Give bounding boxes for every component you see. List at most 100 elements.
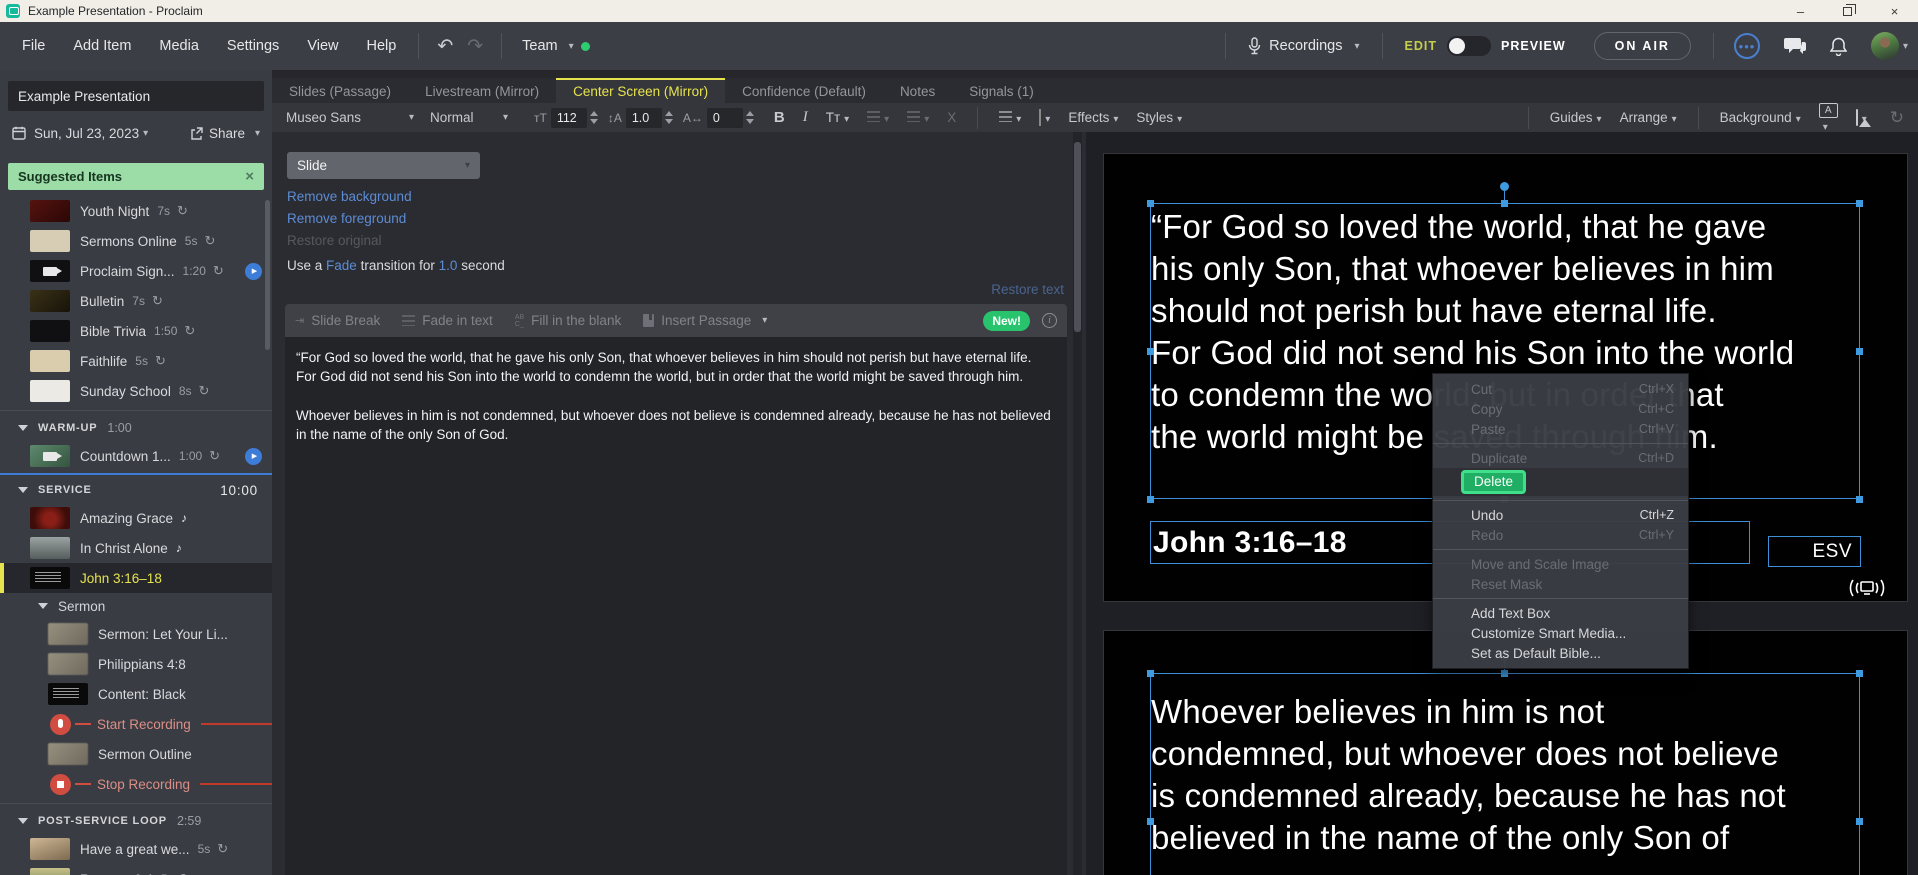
resize-handle[interactable] xyxy=(1147,670,1154,677)
list-item[interactable]: Youth Night7s↻ xyxy=(0,196,272,226)
presentation-date[interactable]: Sun, Jul 23, 2023 xyxy=(34,126,139,141)
resize-handle[interactable] xyxy=(1501,200,1508,207)
list-item[interactable]: Have a great we...5s↻ xyxy=(0,834,272,864)
effects-dropdown[interactable]: Effects▾ xyxy=(1068,110,1118,125)
text-color-button[interactable]: ▾ xyxy=(1039,110,1050,125)
font-size-stepper[interactable] xyxy=(590,111,598,124)
list-item[interactable]: Sermons Online5s↻ xyxy=(0,226,272,256)
tab-slides-passage[interactable]: Slides (Passage) xyxy=(272,78,408,103)
list-item[interactable]: Amazing Grace♪ xyxy=(0,503,272,533)
section-post-service-loop[interactable]: POST-SERVICE LOOP2:59 xyxy=(0,808,272,834)
list-item[interactable]: Countdown 1...1:00↻ ▶ xyxy=(0,441,272,471)
clear-format-button[interactable]: X xyxy=(947,110,956,125)
italic-button[interactable]: I xyxy=(803,109,808,126)
resize-handle[interactable] xyxy=(1147,818,1154,825)
guides-dropdown[interactable]: Guides▾ xyxy=(1550,110,1602,125)
text-align-button[interactable]: ▾ xyxy=(999,110,1021,125)
user-avatar[interactable] xyxy=(1871,32,1899,60)
arrange-dropdown[interactable]: Arrange▾ xyxy=(1620,110,1677,125)
list-item[interactable]: Faithlife5s↻ xyxy=(0,346,272,376)
delete-highlight[interactable]: Delete xyxy=(1461,470,1526,494)
resize-handle[interactable] xyxy=(1856,670,1863,677)
minimize-button[interactable]: – xyxy=(1777,0,1824,22)
play-button[interactable]: ▶ xyxy=(245,448,262,465)
scrollbar-thumb[interactable] xyxy=(1074,142,1081,332)
tab-signals[interactable]: Signals (1) xyxy=(952,78,1051,103)
resize-handle[interactable] xyxy=(1856,348,1863,355)
menu-file[interactable]: File xyxy=(8,32,59,60)
version-text-box[interactable]: ESV xyxy=(1768,536,1861,567)
resize-handle[interactable] xyxy=(1501,670,1508,677)
more-options-icon[interactable]: ••• xyxy=(1734,33,1760,59)
slide-break-button[interactable]: ⇥ Slide Break xyxy=(295,313,380,328)
list-item[interactable]: In Christ Alone♪ xyxy=(0,533,272,563)
list-item[interactable]: Proclaim Sign...1:20↻ ▶ xyxy=(0,256,272,286)
close-icon[interactable]: × xyxy=(245,168,254,185)
notifications-button[interactable] xyxy=(1830,37,1847,56)
list-item[interactable]: Sunday School8s↻ xyxy=(0,376,272,406)
list-item[interactable]: Bulletin7s↻ xyxy=(0,286,272,316)
list-item-selected[interactable]: John 3:16–18 xyxy=(0,563,272,593)
edit-preview-toggle[interactable] xyxy=(1447,36,1491,56)
menu-media[interactable]: Media xyxy=(145,32,213,60)
letter-spacing-stepper[interactable] xyxy=(746,111,754,124)
restore-text-link[interactable]: Restore text xyxy=(991,282,1064,297)
resize-handle[interactable] xyxy=(1147,200,1154,207)
fill-in-the-blank-button[interactable]: ABC_ Fill in the blank xyxy=(515,313,621,328)
font-family-select[interactable]: Museo Sans▾ xyxy=(286,110,414,125)
chevron-down-icon[interactable]: ▾ xyxy=(1903,41,1908,52)
play-button[interactable]: ▶ xyxy=(245,263,262,280)
context-undo[interactable]: UndoCtrl+Z xyxy=(1433,505,1688,525)
text-selection-frame[interactable] xyxy=(1150,673,1860,875)
on-air-button[interactable]: ON AIR xyxy=(1594,32,1691,60)
menu-settings[interactable]: Settings xyxy=(213,32,293,60)
tab-confidence[interactable]: Confidence (Default) xyxy=(725,78,883,103)
resize-handle[interactable] xyxy=(1856,496,1863,503)
menu-add-item[interactable]: Add Item xyxy=(59,32,145,60)
redo-icon[interactable]: ↷ xyxy=(467,35,483,58)
list-item[interactable]: Sermon: Let Your Li... xyxy=(0,619,272,649)
group-sermon[interactable]: Sermon xyxy=(0,593,272,619)
text-style-select[interactable]: Normal▾ xyxy=(430,110,508,125)
bold-button[interactable]: B xyxy=(774,109,785,126)
bullet-list-button[interactable]: ▾ xyxy=(867,110,889,125)
insert-passage-button[interactable]: Insert Passage ▾ xyxy=(643,313,767,328)
context-set-default-bible[interactable]: Set as Default Bible... xyxy=(1433,643,1688,663)
remove-background-link[interactable]: Remove background xyxy=(287,189,412,204)
line-height-input[interactable]: 1.0 xyxy=(626,108,662,128)
restore-button[interactable] xyxy=(1824,0,1871,22)
tab-livestream[interactable]: Livestream (Mirror) xyxy=(408,78,556,103)
resize-handle[interactable] xyxy=(1147,496,1154,503)
close-button[interactable]: × xyxy=(1871,0,1918,22)
resize-handle[interactable] xyxy=(1856,818,1863,825)
menu-view[interactable]: View xyxy=(293,32,352,60)
chat-button[interactable] xyxy=(1784,37,1806,55)
background-dropdown[interactable]: Background▾ xyxy=(1720,110,1801,125)
list-item[interactable]: Romans 6:45s↻ xyxy=(0,864,272,875)
resize-handle[interactable] xyxy=(1856,200,1863,207)
start-recording-item[interactable]: Start Recording xyxy=(0,709,272,739)
tab-notes[interactable]: Notes xyxy=(883,78,952,103)
styles-dropdown[interactable]: Styles▾ xyxy=(1136,110,1182,125)
info-icon[interactable]: i xyxy=(1042,313,1057,328)
list-item[interactable]: Philippians 4:8 xyxy=(0,649,272,679)
share-button[interactable]: Share ▾ xyxy=(190,126,260,141)
list-item[interactable]: Sermon Outline xyxy=(0,739,272,769)
transition-type-link[interactable]: Fade xyxy=(326,258,357,273)
recordings-dropdown[interactable]: Recordings ▾ xyxy=(1234,37,1373,55)
fade-in-text-button[interactable]: Fade in text xyxy=(402,313,493,328)
font-size-input[interactable]: 112 xyxy=(551,108,587,128)
add-image-button[interactable]: ▾ xyxy=(1856,110,1867,125)
letter-spacing-input[interactable]: 0 xyxy=(707,108,743,128)
menu-help[interactable]: Help xyxy=(352,32,410,60)
section-service[interactable]: SERVICE 10:00 xyxy=(0,477,272,503)
undo-icon[interactable]: ↶ xyxy=(437,35,453,58)
rotation-handle[interactable] xyxy=(1500,182,1509,191)
tab-center-screen[interactable]: Center Screen (Mirror) xyxy=(556,78,725,103)
presentation-name-input[interactable] xyxy=(8,81,264,111)
section-warm-up[interactable]: WARM-UP1:00 xyxy=(0,415,272,441)
passage-text-editor[interactable]: “For God so loved the world, that he gav… xyxy=(285,337,1067,875)
context-add-text-box[interactable]: Add Text Box xyxy=(1433,603,1688,623)
list-item[interactable]: Bible Trivia1:50↻ xyxy=(0,316,272,346)
text-case-button[interactable]: Tт▾ xyxy=(826,110,849,125)
